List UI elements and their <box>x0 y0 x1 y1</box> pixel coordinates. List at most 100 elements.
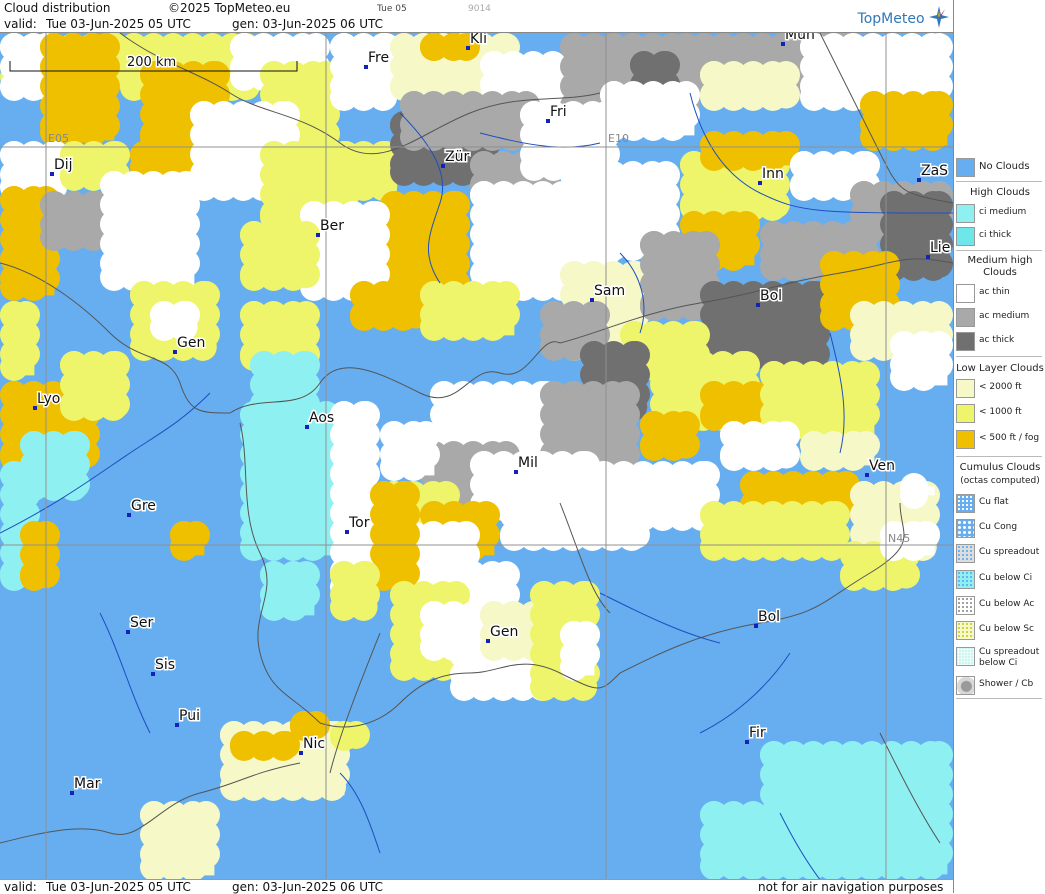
ac-thin-swatch <box>956 284 975 303</box>
cu-below-sc-swatch <box>956 621 975 640</box>
city-label: Mil <box>518 455 538 471</box>
city-label: Bol <box>758 609 780 625</box>
legend-cu-spread: Cu spreadout <box>954 544 1045 564</box>
shower-swatch <box>956 676 975 695</box>
cu-cong-swatch <box>956 519 975 538</box>
low-500-swatch <box>956 430 975 449</box>
legend-cu-cong: Cu Cong <box>954 519 1045 539</box>
cu-below-ac-swatch <box>956 596 975 615</box>
no-clouds-label: No Clouds <box>979 161 1030 172</box>
low-500-label: < 500 ft / fog <box>979 433 1040 443</box>
cu-cong-label: Cu Cong <box>979 522 1018 532</box>
low-1000-swatch <box>956 404 975 423</box>
compass-star-icon <box>929 6 949 28</box>
low-2000-swatch <box>956 379 975 398</box>
city-label: Pui <box>179 708 200 724</box>
city-label: Tor <box>348 515 370 531</box>
ci-medium-swatch <box>956 204 975 223</box>
ci-thick-label: ci thick <box>979 230 1012 240</box>
no-clouds-swatch <box>956 158 975 177</box>
city-label: Ser <box>130 615 154 631</box>
cu-spread-ci-label: Cu spreadout below Ci <box>979 647 1040 668</box>
generated-time: gen: 03-Jun-2025 06 UTC <box>232 17 384 31</box>
city-label: Gen <box>177 335 205 351</box>
legend-ac-thick: ac thick <box>954 332 1045 352</box>
legend-no-clouds: No Clouds <box>954 158 1045 178</box>
legend-divider <box>956 181 1042 182</box>
footer-generated-time: gen: 03-Jun-2025 06 UTC <box>232 880 384 894</box>
city-label: Nic <box>303 736 325 752</box>
legend-ac-medium: ac medium <box>954 308 1045 328</box>
cloud-layer <box>0 33 953 880</box>
legend-cu-spread-ci: Cu spreadout below Ci <box>954 647 1045 673</box>
cu-below-sc-label: Cu below Sc <box>979 624 1034 634</box>
topmeteo-logo[interactable]: TopMeteo <box>858 6 949 28</box>
city-label: Sis <box>155 657 175 673</box>
cumulus-title: Cumulus Clouds <box>959 462 1041 473</box>
high-clouds-title: High Clouds <box>970 187 1030 198</box>
city-label: ZaS <box>921 163 948 179</box>
valid-label: valid: <box>4 17 37 31</box>
city-label: Mar <box>74 776 101 792</box>
legend-cu-flat: Cu flat <box>954 494 1045 514</box>
city-label: Fre <box>368 50 389 66</box>
copyright: ©2025 TopMeteo.eu <box>168 1 291 15</box>
footer-valid-time: Tue 03-Jun-2025 05 UTC <box>46 880 191 894</box>
grid-label: E10 <box>608 132 629 145</box>
legend-divider <box>956 456 1042 457</box>
ci-medium-label: ci medium <box>979 207 1027 217</box>
legend-ci-medium: ci medium <box>954 204 1045 224</box>
legend-divider <box>956 356 1042 357</box>
city-label: Lie <box>930 240 950 256</box>
low-1000-label: < 1000 ft <box>979 407 1022 417</box>
map-header: Cloud distribution ©2025 TopMeteo.eu Tue… <box>0 0 953 32</box>
cumulus-subtitle: (octas computed) <box>960 476 1040 486</box>
ac-thick-swatch <box>956 332 975 351</box>
city-label: Ber <box>320 218 344 234</box>
cu-below-ci-label: Cu below Ci <box>979 573 1033 583</box>
ac-medium-label: ac medium <box>979 311 1030 321</box>
low-clouds-title: Low Layer Clouds <box>956 363 1044 374</box>
valid-time: Tue 03-Jun-2025 05 UTC <box>46 17 191 31</box>
ac-medium-swatch <box>956 308 975 327</box>
city-label: Lyo <box>37 391 60 407</box>
city-label: Zür <box>445 149 469 165</box>
legend-cu-below-sc: Cu below Sc <box>954 621 1045 641</box>
city-label: Fir <box>749 725 766 741</box>
legend-cu-below-ac: Cu below Ac <box>954 596 1045 616</box>
time-tab-label[interactable]: Tue 05 <box>377 4 407 14</box>
run-code: 9014 <box>468 4 491 14</box>
cloud-map-canvas[interactable]: E05 E10 N45 Kli Mün Fre Fri Dij Zür Inn ZaS Ber Lie… <box>0 33 953 880</box>
map-footer: valid: Tue 03-Jun-2025 05 UTC gen: 03-Ju… <box>0 879 953 894</box>
cu-below-ci-swatch <box>956 570 975 589</box>
legend-divider <box>956 698 1042 699</box>
cu-flat-label: Cu flat <box>979 497 1009 507</box>
cloud-map[interactable]: E05 E10 N45 Kli Mün Fre Fri Dij Zür Inn ZaS Ber Lie… <box>0 32 953 880</box>
legend-ac-thin: ac thin <box>954 284 1045 304</box>
cu-flat-swatch <box>956 494 975 513</box>
city-label: Gre <box>131 498 156 514</box>
disclaimer: not for air navigation purposes <box>758 880 944 894</box>
city-label: Sam <box>594 283 625 299</box>
city-label: Gen <box>490 624 518 640</box>
city-label: Dij <box>54 157 73 173</box>
legend-low-1000: < 1000 ft <box>954 404 1045 424</box>
ac-thick-label: ac thick <box>979 335 1015 345</box>
legend-cu-below-ci: Cu below Ci <box>954 570 1045 590</box>
city-label: Kli <box>470 33 487 47</box>
legend-low-2000: < 2000 ft <box>954 379 1045 399</box>
scale-label: 200 km <box>127 55 176 70</box>
legend-panel: No Clouds High Clouds ci medium ci thick… <box>953 0 1045 893</box>
cu-spread-label: Cu spreadout <box>979 547 1040 557</box>
city-label: Bol <box>760 288 782 304</box>
grid-label: N45 <box>888 532 910 545</box>
cu-spread-swatch <box>956 544 975 563</box>
legend-divider <box>956 250 1042 251</box>
logo-text: TopMeteo <box>857 11 925 27</box>
low-2000-label: < 2000 ft <box>979 382 1022 392</box>
ci-thick-swatch <box>956 227 975 246</box>
footer-valid-label: valid: <box>4 880 37 894</box>
cu-spread-ci-swatch <box>956 647 975 666</box>
city-label: Aos <box>309 410 334 426</box>
legend-low-500: < 500 ft / fog <box>954 430 1045 450</box>
